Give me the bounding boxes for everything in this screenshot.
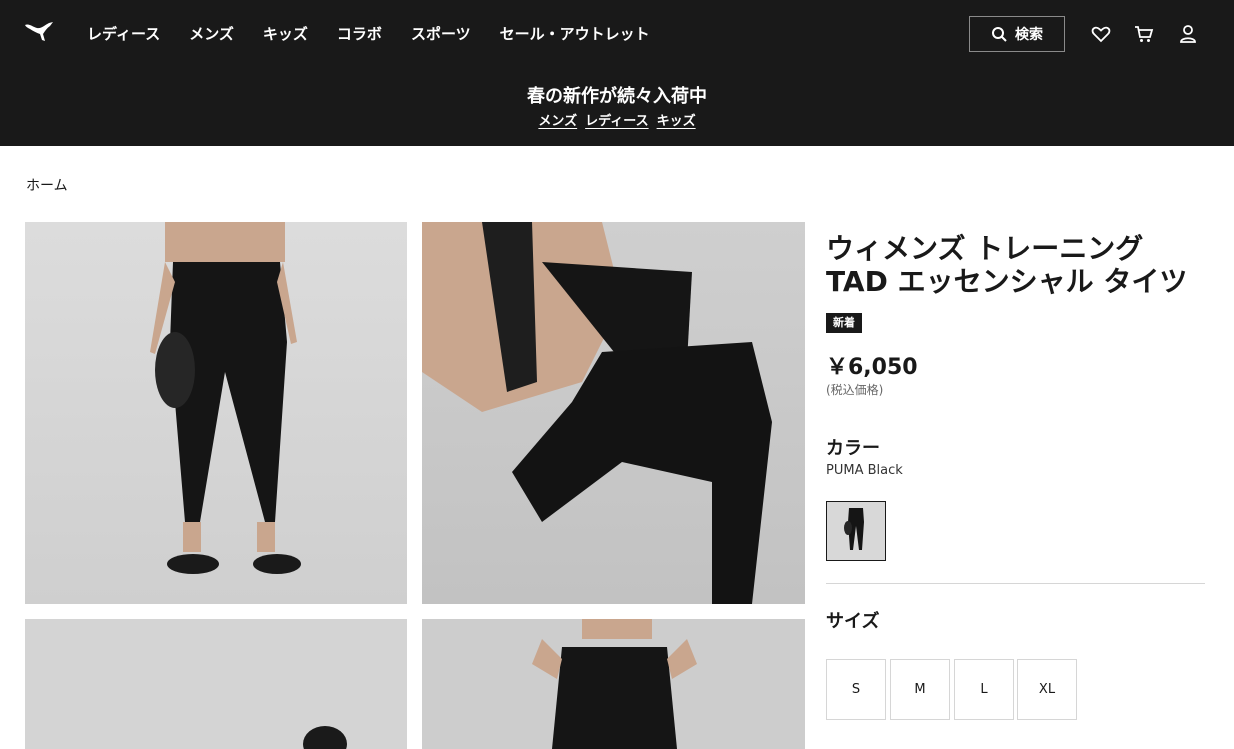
promo-links: メンズ レディース キッズ bbox=[0, 110, 1234, 129]
nav-sale-outlet[interactable]: セール・アウトレット bbox=[500, 24, 650, 44]
size-heading: サイズ bbox=[826, 611, 880, 632]
tax-note: (税込価格) bbox=[826, 383, 884, 397]
nav-ladies[interactable]: レディース bbox=[87, 24, 160, 44]
promo-link-kids[interactable]: キッズ bbox=[657, 110, 696, 129]
model-standing-image bbox=[150, 222, 301, 574]
size-option-s[interactable]: S bbox=[826, 659, 886, 720]
product-title: ウィメンズ トレーニング TAD エッセンシャル タイツ bbox=[826, 232, 1216, 298]
search-label: 検索 bbox=[1015, 27, 1043, 43]
site-header: レディース メンズ キッズ コラボ スポーツ セール・アウトレット 検索 春の新… bbox=[0, 0, 1234, 146]
promo-banner: 春の新作が続々入荷中 メンズ レディース キッズ bbox=[0, 86, 1234, 129]
nav-mens[interactable]: メンズ bbox=[189, 24, 234, 44]
color-swatch-puma-black[interactable] bbox=[826, 501, 886, 561]
promo-link-mens[interactable]: メンズ bbox=[538, 110, 577, 129]
product-title-line2: TAD エッセンシャル タイツ bbox=[826, 265, 1188, 298]
nav-kids[interactable]: キッズ bbox=[263, 24, 308, 44]
product-image-3[interactable] bbox=[25, 619, 407, 749]
main-nav: レディース メンズ キッズ コラボ スポーツ セール・アウトレット bbox=[87, 24, 679, 44]
heart-icon[interactable] bbox=[1091, 24, 1111, 44]
model-back-image bbox=[532, 619, 697, 749]
search-icon bbox=[992, 27, 1007, 42]
color-heading: カラー bbox=[826, 438, 880, 459]
model-image-3 bbox=[303, 726, 347, 749]
swatch-thumbnail bbox=[829, 504, 883, 558]
new-badge: 新着 bbox=[826, 313, 862, 333]
model-squat-image bbox=[422, 222, 772, 604]
search-button[interactable]: 検索 bbox=[969, 16, 1065, 52]
product-image-1[interactable] bbox=[25, 222, 407, 604]
breadcrumb: ホーム bbox=[26, 175, 68, 195]
cart-icon[interactable] bbox=[1134, 24, 1154, 44]
product-price: ￥6,050 bbox=[826, 355, 918, 380]
user-icon[interactable] bbox=[1178, 24, 1198, 44]
nav-sports[interactable]: スポーツ bbox=[411, 24, 471, 44]
product-image-2[interactable] bbox=[422, 222, 805, 604]
color-name: PUMA Black bbox=[826, 463, 903, 478]
divider bbox=[826, 583, 1205, 584]
size-option-l[interactable]: L bbox=[954, 659, 1014, 720]
nav-collabo[interactable]: コラボ bbox=[337, 24, 382, 44]
size-option-m[interactable]: M bbox=[890, 659, 950, 720]
size-option-xl[interactable]: XL bbox=[1017, 659, 1077, 720]
product-image-4[interactable] bbox=[422, 619, 805, 749]
puma-logo[interactable] bbox=[23, 19, 55, 47]
product-title-line1: ウィメンズ トレーニング bbox=[826, 232, 1144, 265]
promo-title: 春の新作が続々入荷中 bbox=[527, 86, 707, 107]
promo-link-ladies[interactable]: レディース bbox=[585, 110, 648, 129]
breadcrumb-home[interactable]: ホーム bbox=[26, 178, 68, 194]
